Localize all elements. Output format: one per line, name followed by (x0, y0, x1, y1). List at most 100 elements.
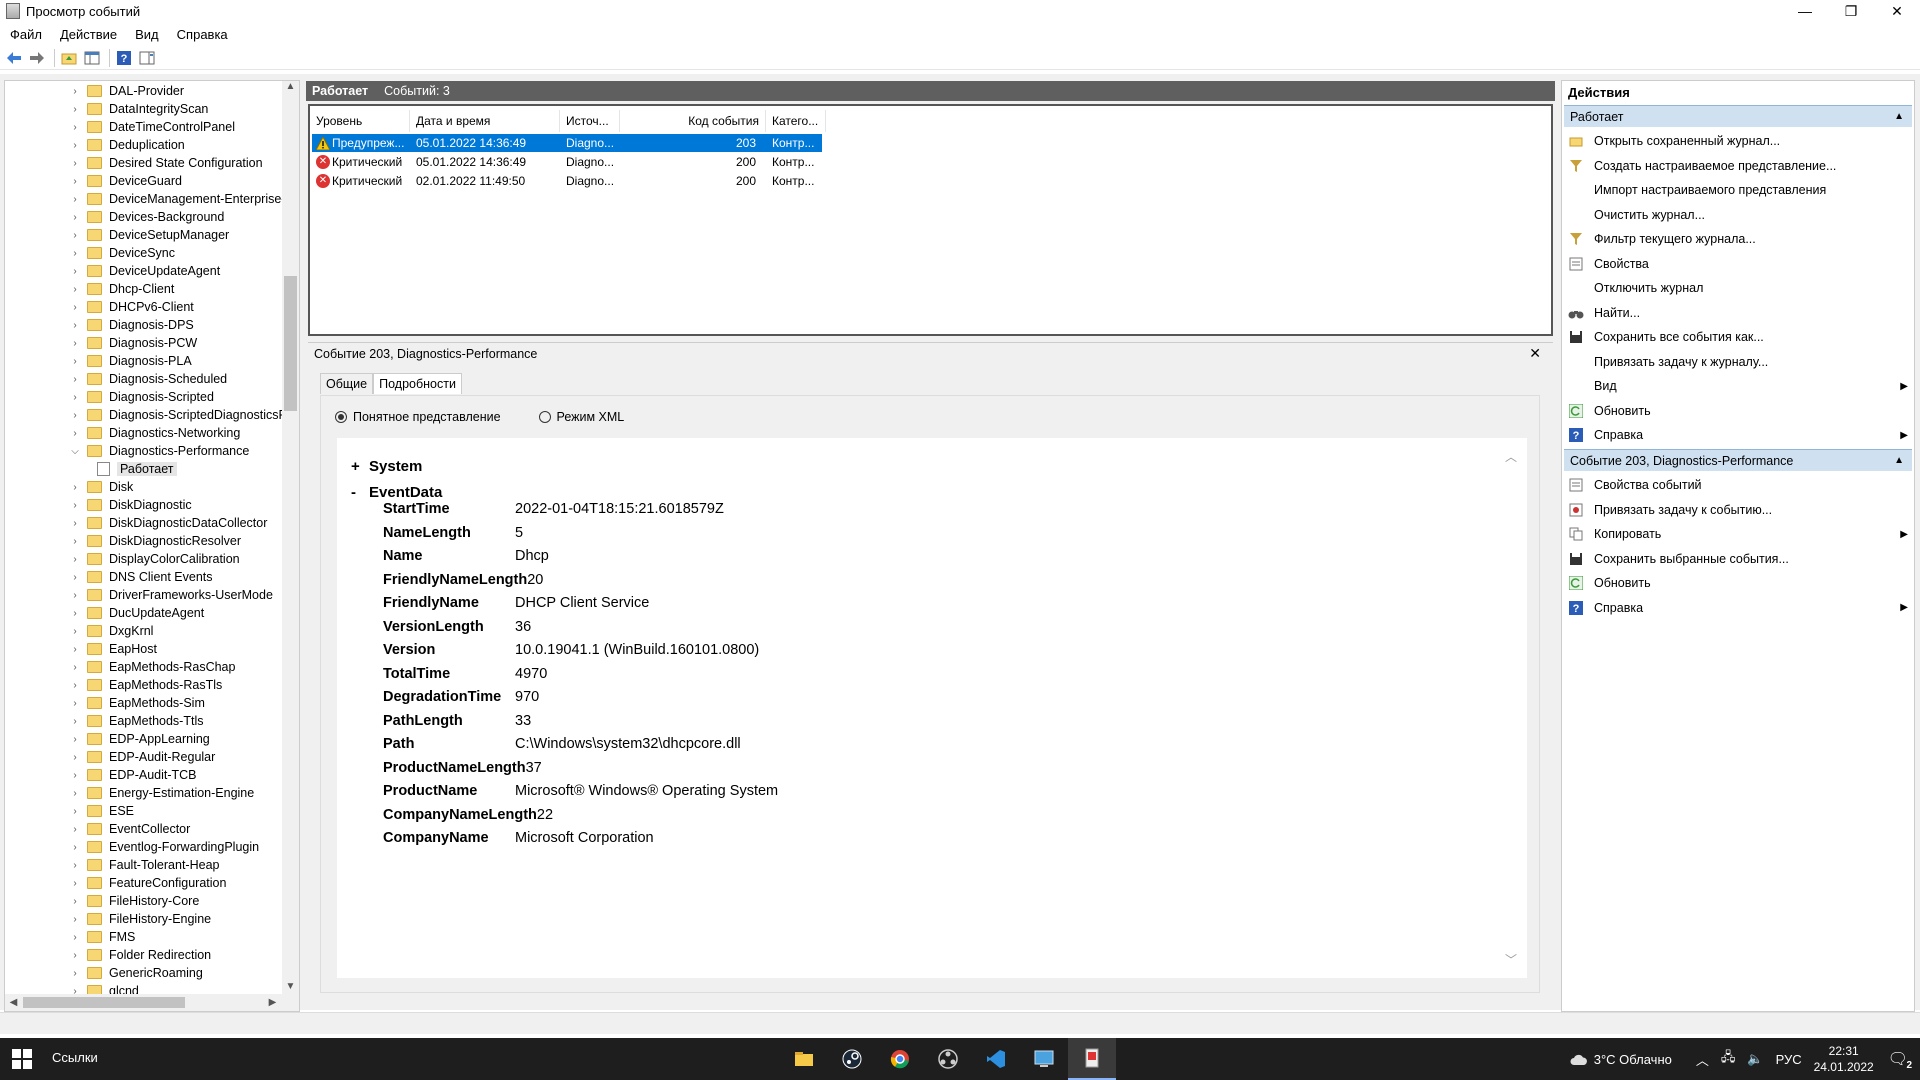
tree-item[interactable]: › DataIntegrityScan (5, 100, 208, 118)
chevron-right-icon[interactable]: › (69, 410, 81, 421)
chevron-right-icon[interactable]: › (69, 122, 81, 133)
action-item[interactable]: Найти... (1568, 303, 1908, 323)
action-item[interactable]: Открыть сохраненный журнал... (1568, 131, 1908, 151)
event-row[interactable]: Предупреж... 05.01.2022 14:36:49 Diagno...… (312, 134, 822, 152)
tree-item[interactable]: › DeviceGuard (5, 172, 182, 190)
volume-icon[interactable]: 🔈 (1747, 1051, 1763, 1067)
menu-view[interactable]: Вид (125, 27, 167, 42)
scroll-up-icon[interactable]: ▲ (282, 81, 299, 97)
tree-item[interactable]: › EventCollector (5, 820, 190, 838)
chevron-right-icon[interactable]: › (69, 554, 81, 565)
chevron-right-icon[interactable]: › (69, 284, 81, 295)
menu-file[interactable]: Файл (0, 27, 50, 42)
tree-item[interactable]: › EapMethods-Ttls (5, 712, 203, 730)
collapse-icon[interactable]: ▲ (1894, 455, 1904, 466)
chevron-right-icon[interactable]: › (69, 230, 81, 241)
chevron-right-icon[interactable]: › (69, 824, 81, 835)
chevron-right-icon[interactable]: › (69, 212, 81, 223)
action-item[interactable]: Фильтр текущего журнала... (1568, 229, 1908, 249)
tab-general[interactable]: Общие (320, 373, 374, 394)
action-item[interactable]: Обновить (1568, 573, 1908, 593)
file-explorer-icon[interactable] (780, 1038, 828, 1080)
chevron-right-icon[interactable]: › (69, 86, 81, 97)
tree-item[interactable]: › Diagnosis-PCW (5, 334, 197, 352)
scrollbar-thumb[interactable] (284, 276, 297, 411)
tree-item[interactable]: › DriverFrameworks-UserMode (5, 586, 273, 604)
tree-item[interactable]: › EapMethods-Sim (5, 694, 205, 712)
chevron-right-icon[interactable]: › (69, 356, 81, 367)
tree-item[interactable]: › Fault-Tolerant-Heap (5, 856, 219, 874)
notifications-icon[interactable]: 🗨 2 (1888, 1049, 1912, 1071)
tree-item[interactable]: › Eventlog-ForwardingPlugin (5, 838, 259, 856)
tree-item[interactable]: › EDP-Audit-TCB (5, 766, 196, 784)
chevron-right-icon[interactable]: › (69, 248, 81, 259)
tree-item[interactable]: › Diagnosis-Scripted (5, 388, 214, 406)
tree-item[interactable]: › EapMethods-RasTls (5, 676, 222, 694)
chevron-right-icon[interactable]: › (69, 806, 81, 817)
tree-item[interactable]: › DeviceSync (5, 244, 175, 262)
chevron-right-icon[interactable]: › (69, 662, 81, 673)
action-item[interactable]: Сохранить выбранные события... (1568, 549, 1908, 569)
chevron-right-icon[interactable]: › (69, 572, 81, 583)
xml-view-radio[interactable] (538, 411, 551, 423)
chevron-right-icon[interactable]: › (69, 374, 81, 385)
minimize-button[interactable]: — (1782, 0, 1828, 22)
chevron-right-icon[interactable]: › (69, 914, 81, 925)
chevron-right-icon[interactable]: › (69, 950, 81, 961)
scroll-left-icon[interactable]: ◀ (5, 994, 22, 1011)
action-item[interactable]: Привязать задачу к журналу... (1568, 352, 1908, 372)
network-icon[interactable]: 🖧 (1721, 1048, 1736, 1070)
chevron-right-icon[interactable]: › (69, 734, 81, 745)
chevron-right-icon[interactable]: › (69, 878, 81, 889)
vscode-icon[interactable] (972, 1038, 1020, 1080)
chevron-right-icon[interactable]: › (69, 896, 81, 907)
scrollbar-thumb[interactable] (23, 997, 185, 1008)
close-button[interactable]: ✕ (1874, 0, 1920, 22)
chevron-right-icon[interactable]: › (69, 392, 81, 403)
action-item[interactable]: Очистить журнал... (1568, 205, 1908, 225)
chevron-right-icon[interactable]: › (69, 428, 81, 439)
chevron-right-icon[interactable]: › (69, 266, 81, 277)
tree-item[interactable]: › Diagnosis-PLA (5, 352, 191, 370)
remote-desktop-icon[interactable] (1020, 1038, 1068, 1080)
action-item[interactable]: Отключить журнал (1568, 278, 1908, 298)
chevron-right-icon[interactable]: › (69, 104, 81, 115)
tree-item[interactable]: › Diagnosis-ScriptedDiagnosticsPro (5, 406, 298, 424)
column-event-code[interactable]: Код события (620, 110, 766, 132)
tree-item[interactable]: › DucUpdateAgent (5, 604, 204, 622)
action-item[interactable]: ? Справка ▶ (1568, 425, 1908, 445)
chevron-right-icon[interactable]: › (69, 500, 81, 511)
tree-item[interactable]: › DAL-Provider (5, 82, 184, 100)
detail-close-icon[interactable]: ✕ (1529, 345, 1541, 362)
chevron-right-icon[interactable]: › (69, 968, 81, 979)
tree-item[interactable]: › Devices-Background (5, 208, 224, 226)
action-item[interactable]: Привязать задачу к событию... (1568, 500, 1908, 520)
tree-item[interactable]: › EapHost (5, 640, 157, 658)
chevron-right-icon[interactable]: › (69, 536, 81, 547)
tree-item[interactable]: › Disk (5, 478, 133, 496)
chevron-right-icon[interactable]: › (69, 716, 81, 727)
tree-item[interactable]: › Energy-Estimation-Engine (5, 784, 254, 802)
action-item[interactable]: Свойства событий (1568, 475, 1908, 495)
tree-item[interactable]: › FeatureConfiguration (5, 874, 226, 892)
steam-icon[interactable] (828, 1038, 876, 1080)
action-item[interactable]: ? Справка ▶ (1568, 598, 1908, 618)
chevron-right-icon[interactable]: › (69, 788, 81, 799)
chevron-right-icon[interactable]: › (69, 590, 81, 601)
chevron-right-icon[interactable]: › (69, 194, 81, 205)
tree-item[interactable]: › EDP-Audit-Regular (5, 748, 215, 766)
tree-item[interactable]: › DxgKrnl (5, 622, 153, 640)
links-toolbar[interactable]: Ссылки (52, 1050, 98, 1065)
action-item[interactable]: Импорт настраиваемого представления (1568, 180, 1908, 200)
obs-icon[interactable] (924, 1038, 972, 1080)
column-category[interactable]: Катего... (766, 110, 826, 132)
tree-item[interactable]: › DiskDiagnostic (5, 496, 191, 514)
chevron-right-icon[interactable]: › (69, 608, 81, 619)
chevron-right-icon[interactable]: › (69, 644, 81, 655)
chevron-down-icon[interactable]: ﹀ (1505, 951, 1517, 968)
column-source[interactable]: Источ... (560, 110, 620, 132)
tree-item[interactable]: › EDP-AppLearning (5, 730, 209, 748)
tree-item[interactable]: › Diagnosis-Scheduled (5, 370, 227, 388)
back-button[interactable] (4, 48, 24, 68)
chevron-right-icon[interactable]: › (69, 158, 81, 169)
